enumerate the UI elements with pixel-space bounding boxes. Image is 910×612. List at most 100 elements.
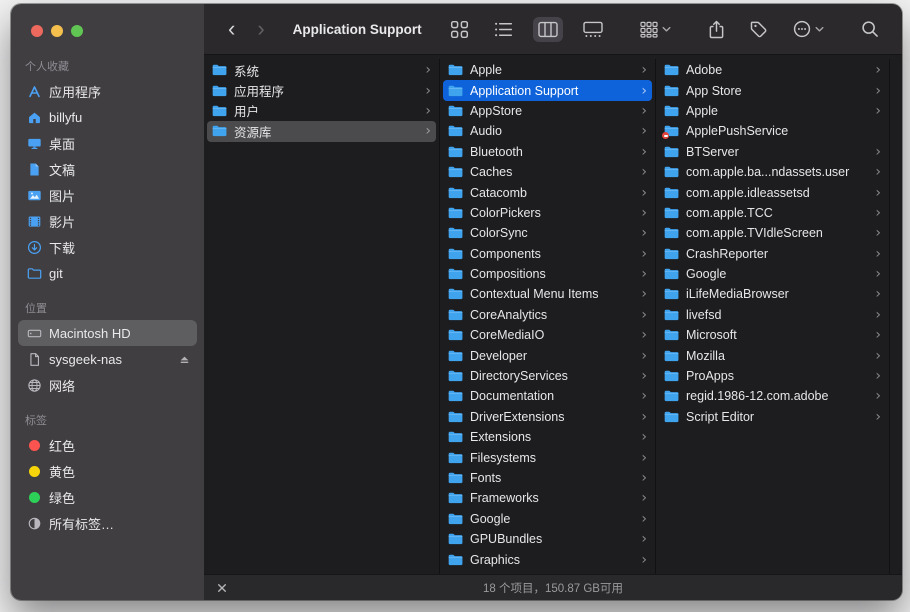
more-icon[interactable] bbox=[788, 16, 829, 42]
chevron-right-icon: › bbox=[875, 226, 881, 240]
file-row[interactable]: CoreMediaIO› bbox=[443, 325, 652, 345]
sidebar-item-label: 网络 bbox=[49, 376, 75, 395]
file-row[interactable]: Contextual Menu Items› bbox=[443, 284, 652, 304]
file-row[interactable]: CoreAnalytics› bbox=[443, 305, 652, 325]
sidebar-item[interactable]: 图片 bbox=[18, 182, 197, 208]
sidebar-item[interactable]: 网络 bbox=[18, 372, 197, 398]
file-row[interactable]: Apple› bbox=[443, 60, 652, 80]
search-icon[interactable] bbox=[856, 16, 884, 42]
chevron-right-icon: › bbox=[641, 247, 647, 261]
file-row[interactable]: Apple› bbox=[659, 101, 886, 121]
forward-button[interactable]: › bbox=[257, 18, 264, 40]
file-row[interactable]: DriverExtensions› bbox=[443, 407, 652, 427]
file-row[interactable]: Caches› bbox=[443, 162, 652, 182]
folder-icon bbox=[664, 411, 680, 423]
file-row[interactable]: AppStore› bbox=[443, 101, 652, 121]
file-row[interactable]: com.apple.TCC› bbox=[659, 203, 886, 223]
sidebar-item[interactable]: 黄色 bbox=[18, 458, 197, 484]
file-row[interactable]: Application Support› bbox=[443, 80, 652, 100]
file-row[interactable]: 系统› bbox=[207, 60, 436, 80]
sidebar-item[interactable]: 红色 bbox=[18, 432, 197, 458]
file-row[interactable]: iLifeMediaBrowser› bbox=[659, 284, 886, 304]
sidebar-item[interactable]: 影片 bbox=[18, 208, 197, 234]
folder-icon bbox=[664, 146, 680, 158]
file-row[interactable]: App Store› bbox=[659, 80, 886, 100]
sidebar-item[interactable]: 桌面 bbox=[18, 130, 197, 156]
file-row[interactable]: Developer› bbox=[443, 345, 652, 365]
file-row[interactable]: 资源库› bbox=[207, 121, 436, 141]
file-row[interactable]: BTServer› bbox=[659, 142, 886, 162]
file-row[interactable]: Components› bbox=[443, 244, 652, 264]
chevron-right-icon: › bbox=[875, 389, 881, 403]
file-row[interactable]: Documentation› bbox=[443, 386, 652, 406]
file-name: ColorPickers bbox=[470, 206, 637, 220]
tag-icon[interactable] bbox=[745, 16, 773, 42]
sidebar-item-label: 影片 bbox=[49, 212, 75, 231]
back-button[interactable]: ‹ bbox=[228, 18, 235, 40]
folder-icon bbox=[212, 85, 228, 97]
sidebar-item[interactable]: 下载 bbox=[18, 234, 197, 260]
sidebar-item[interactable]: git bbox=[18, 260, 197, 286]
file-row[interactable]: Mozilla› bbox=[659, 345, 886, 365]
sidebar-item[interactable]: 文稿 bbox=[18, 156, 197, 182]
file-row[interactable]: Fonts› bbox=[443, 468, 652, 488]
gallery-view-icon[interactable] bbox=[578, 17, 608, 42]
file-row[interactable]: Adobe› bbox=[659, 60, 886, 80]
x-icon[interactable] bbox=[217, 583, 227, 593]
file-name: ProApps bbox=[686, 369, 871, 383]
file-row[interactable]: Compositions› bbox=[443, 264, 652, 284]
file-row[interactable]: ProApps› bbox=[659, 366, 886, 386]
file-row[interactable]: GPUBundles› bbox=[443, 529, 652, 549]
file-row[interactable]: com.apple.TVIdleScreen› bbox=[659, 223, 886, 243]
sidebar-item[interactable]: Macintosh HD bbox=[18, 320, 197, 346]
file-row[interactable]: 用户› bbox=[207, 101, 436, 121]
file-row[interactable]: Script Editor› bbox=[659, 407, 886, 427]
minimize-button[interactable] bbox=[51, 25, 63, 37]
sidebar-item[interactable]: 绿色 bbox=[18, 484, 197, 510]
file-name: CoreMediaIO bbox=[470, 328, 637, 342]
file-row[interactable]: ColorSync › bbox=[443, 223, 652, 243]
file-row[interactable]: Bluetooth› bbox=[443, 142, 652, 162]
file-row[interactable]: com.apple.ba...ndassets.user› bbox=[659, 162, 886, 182]
zoom-button[interactable] bbox=[71, 25, 83, 37]
file-name: Developer bbox=[470, 349, 637, 363]
file-name: 应用程序 bbox=[234, 81, 421, 100]
file-name: ColorSync bbox=[470, 226, 637, 240]
sidebar-item[interactable]: billyfu bbox=[18, 104, 197, 130]
file-name: Contextual Menu Items bbox=[470, 287, 637, 301]
folder-icon bbox=[664, 268, 680, 280]
eject-icon[interactable] bbox=[178, 353, 191, 366]
file-row[interactable]: Extensions› bbox=[443, 427, 652, 447]
close-button[interactable] bbox=[31, 25, 43, 37]
folder-icon bbox=[448, 227, 464, 239]
sidebar-item-label: 下载 bbox=[49, 238, 75, 257]
file-row[interactable]: Audio› bbox=[443, 121, 652, 141]
file-row[interactable]: com.apple.idleassetsd› bbox=[659, 182, 886, 202]
chevron-right-icon: › bbox=[641, 104, 647, 118]
file-row[interactable]: DirectoryServices› bbox=[443, 366, 652, 386]
sidebar-item[interactable]: 应用程序 bbox=[18, 78, 197, 104]
file-row[interactable]: regid.1986-12.com.adobe› bbox=[659, 386, 886, 406]
group-view-icon[interactable] bbox=[635, 17, 676, 42]
app-icon bbox=[24, 84, 44, 99]
file-row[interactable]: livefsd› bbox=[659, 305, 886, 325]
file-row[interactable]: Google› bbox=[659, 264, 886, 284]
file-row[interactable]: CrashReporter› bbox=[659, 244, 886, 264]
list-view-icon[interactable] bbox=[489, 16, 518, 43]
file-row[interactable]: Graphics› bbox=[443, 549, 652, 569]
finder-column: 系统›应用程序›用户›资源库› bbox=[204, 59, 440, 574]
chevron-right-icon: › bbox=[641, 226, 647, 240]
sidebar-item[interactable]: sysgeek-nas bbox=[18, 346, 197, 372]
file-row[interactable]: Frameworks› bbox=[443, 488, 652, 508]
file-row[interactable]: Google› bbox=[443, 509, 652, 529]
column-view-icon[interactable] bbox=[533, 17, 563, 42]
file-row[interactable]: Microsoft› bbox=[659, 325, 886, 345]
file-row[interactable]: Filesystems› bbox=[443, 447, 652, 467]
file-row[interactable]: 应用程序› bbox=[207, 80, 436, 100]
icon-view-icon[interactable] bbox=[445, 16, 474, 43]
file-row[interactable]: ColorPickers› bbox=[443, 203, 652, 223]
share-icon[interactable] bbox=[703, 16, 730, 43]
sidebar-item[interactable]: 所有标签… bbox=[18, 510, 197, 536]
file-row[interactable]: ApplePushService bbox=[659, 121, 886, 141]
file-row[interactable]: Catacomb› bbox=[443, 182, 652, 202]
